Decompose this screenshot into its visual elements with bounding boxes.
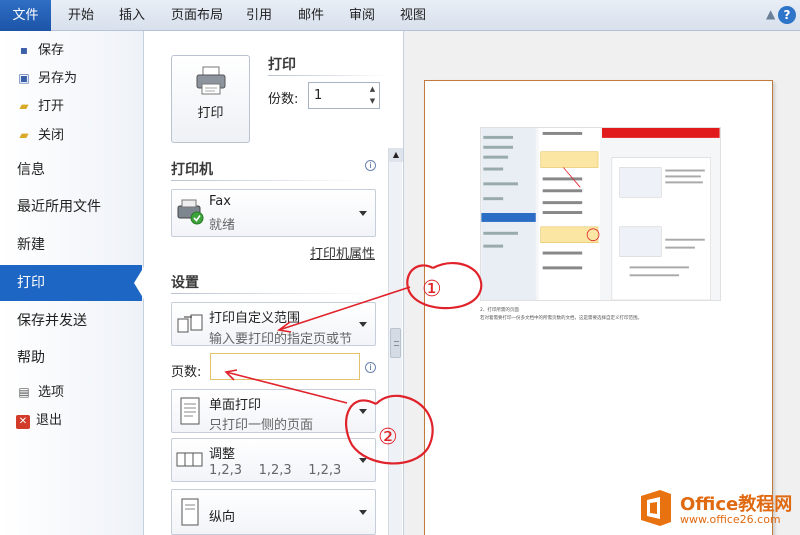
tab-view[interactable]: 视图: [392, 0, 434, 31]
preview-screenshot-image: [480, 127, 721, 301]
nav-save-send[interactable]: 保存并发送: [0, 303, 144, 339]
minimize-ribbon-icon[interactable]: ▲: [766, 7, 775, 21]
preview-page: 2、打印所需的页面 若对着需要打印一份多文档中的所需页数的文档，这是需要选择自定…: [424, 80, 773, 535]
nav-save-as[interactable]: ▣ 另存为: [16, 68, 77, 88]
pages-info-icon[interactable]: i: [365, 362, 376, 373]
preview-caption-1: 2、打印所需的页面: [480, 308, 519, 313]
nav-open-label: 打开: [38, 99, 65, 114]
print-title-divider: [268, 75, 390, 76]
print-button-label: 打印: [197, 106, 224, 121]
nav-save[interactable]: ▪ 保存: [16, 40, 64, 60]
print-button[interactable]: 打印: [171, 55, 250, 143]
collate-caret-icon: [359, 458, 367, 463]
printer-name: Fax: [209, 194, 231, 209]
custom-range-icon: [177, 314, 203, 333]
nav-print[interactable]: 打印: [0, 265, 142, 301]
options-icon: ▤: [18, 385, 30, 399]
print-range-title: 打印自定义范围: [209, 311, 301, 326]
save-icon: ▪: [19, 43, 29, 57]
watermark-url: www.office26.com: [680, 513, 781, 526]
scroll-thumb[interactable]: [390, 328, 401, 358]
active-nav-pointer: [134, 265, 145, 301]
print-sides-subtitle: 只打印一侧的页面: [209, 418, 314, 433]
copies-value: 1: [314, 88, 323, 103]
nav-close[interactable]: ▰ 关闭: [16, 125, 64, 145]
nav-info[interactable]: 信息: [0, 152, 144, 188]
nav-exit[interactable]: ✕ 退出: [16, 411, 62, 431]
collate-title: 调整: [209, 447, 236, 462]
nav-save-as-label: 另存为: [38, 71, 78, 86]
nav-recent[interactable]: 最近所用文件: [0, 189, 144, 225]
nav-save-label: 保存: [38, 43, 65, 58]
ribbon-tab-bar: 文件 开始 插入 页面布局 引用 邮件 审阅 视图 ▲ ?: [0, 0, 800, 31]
collate-icon: [176, 452, 203, 467]
pages-label: 页数:: [171, 365, 202, 380]
copies-stepper[interactable]: 1 ▲ ▼: [308, 82, 380, 109]
printer-section-title: 打印机: [171, 162, 213, 178]
orientation-caret-icon: [359, 510, 367, 515]
settings-title-divider: [171, 293, 376, 294]
collate-dropdown[interactable]: 调整 1,2,3 1,2,3 1,2,3: [171, 438, 376, 482]
tab-review[interactable]: 审阅: [341, 0, 383, 31]
printer-dropdown[interactable]: Fax 就绪: [171, 189, 376, 237]
tab-file[interactable]: 文件: [0, 0, 51, 31]
one-sided-page-icon: [180, 397, 200, 425]
office26-watermark: Office教程网 www.office26.com: [638, 484, 800, 535]
print-sides-title: 单面打印: [209, 398, 262, 413]
fax-printer-icon: [177, 199, 204, 225]
printer-info-icon[interactable]: i: [365, 160, 376, 171]
scroll-grip-icon: [394, 341, 399, 346]
scroll-up-icon[interactable]: ▲: [389, 148, 403, 162]
tab-references[interactable]: 引用: [238, 0, 280, 31]
help-icon[interactable]: ?: [778, 6, 796, 24]
nav-exit-label: 退出: [36, 413, 63, 428]
copies-label: 份数:: [268, 92, 299, 107]
printer-icon: [196, 66, 226, 95]
portrait-page-icon: [181, 498, 199, 526]
collate-subtitle: 1,2,3 1,2,3 1,2,3: [209, 463, 342, 478]
print-sides-caret-icon: [359, 409, 367, 414]
backstage-nav: ▪ 保存 ▣ 另存为 ▰ 打开 ▰ 关闭 信息 最近所用文件 新建 打印 保存并发送 帮…: [0, 31, 144, 535]
nav-new[interactable]: 新建: [0, 227, 144, 263]
nav-options-label: 选项: [38, 385, 65, 400]
nav-open[interactable]: ▰ 打开: [16, 96, 64, 116]
print-range-caret-icon: [359, 322, 367, 327]
print-range-subtitle: 输入要打印的指定页或节: [209, 332, 353, 347]
print-range-dropdown[interactable]: 打印自定义范围 输入要打印的指定页或节: [171, 302, 376, 347]
printer-properties-link[interactable]: 打印机属性: [310, 243, 375, 262]
settings-section-title: 设置: [171, 275, 199, 291]
printer-title-divider: [171, 180, 361, 181]
orientation-title: 纵向: [209, 510, 236, 525]
tab-insert[interactable]: 插入: [111, 0, 153, 31]
nav-options[interactable]: ▤ 选项: [16, 382, 64, 402]
orientation-dropdown[interactable]: 纵向: [171, 489, 376, 535]
copies-down-icon[interactable]: ▼: [366, 95, 379, 108]
preview-caption-2: 若对着需要打印一份多文档中的所需页数的文档，这是需要选择自定义打印范围。: [480, 316, 642, 321]
close-folder-icon: ▰: [19, 128, 29, 142]
tab-mailings[interactable]: 邮件: [290, 0, 332, 31]
print-sides-dropdown[interactable]: 单面打印 只打印一侧的页面: [171, 389, 376, 433]
nav-close-label: 关闭: [38, 128, 65, 143]
printer-status: 就绪: [209, 218, 236, 233]
settings-scrollbar[interactable]: ▲: [388, 148, 403, 535]
tab-page-layout[interactable]: 页面布局: [163, 0, 231, 31]
pages-input[interactable]: [210, 353, 360, 380]
printer-dropdown-caret-icon: [359, 211, 367, 216]
print-section-title: 打印: [268, 57, 296, 73]
exit-icon: ✕: [16, 415, 30, 429]
tab-home[interactable]: 开始: [60, 0, 102, 31]
save-as-icon: ▣: [18, 71, 30, 85]
office-logo-icon: [641, 490, 671, 526]
nav-help[interactable]: 帮助: [0, 340, 144, 376]
open-folder-icon: ▰: [19, 99, 29, 113]
